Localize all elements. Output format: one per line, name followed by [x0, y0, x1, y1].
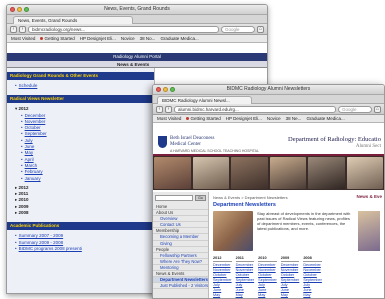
page-body: Go Home About Us Overview Contact Us Mem… [153, 192, 384, 298]
bookmark-item[interactable]: Most Visited [11, 36, 35, 41]
back-toolbar: ‹ › bidmcradiology.org/news... Google ⌂ [7, 24, 267, 35]
front-search-input[interactable]: Google [338, 105, 372, 113]
bookmark-item[interactable]: 38 Ne... [286, 116, 302, 121]
list-item: • Schedule [15, 83, 38, 88]
archive-column-2011: 2011 December November October September… [235, 256, 255, 297]
back-arrow-icon[interactable]: ‹ [10, 25, 17, 33]
search-go-button[interactable]: Go [195, 195, 206, 201]
back-arrow-icon[interactable]: ‹ [156, 105, 163, 113]
banner-photo [308, 157, 345, 189]
bookmark-icon [40, 37, 44, 40]
front-page-content: Beth Israel Deaconess Medical Center A H… [153, 133, 384, 298]
department-subtitle: Alumni Sect [355, 144, 381, 149]
bookmark-icon [186, 117, 190, 120]
front-window-title: BIDMC Radiology Alumni Newsletters [226, 86, 311, 92]
bookmark-item[interactable]: Getting Started [186, 116, 221, 121]
grand-rounds-list: • Schedule [7, 80, 154, 91]
forward-arrow-icon[interactable]: › [19, 25, 26, 33]
banner-photo [154, 157, 191, 189]
home-icon[interactable]: ⌂ [374, 105, 381, 113]
left-nav: Go Home About Us Overview Contact Us Mem… [153, 192, 209, 298]
portal-tab-news[interactable]: News & Events [7, 61, 267, 68]
side-photo [358, 211, 380, 251]
banner-photo [269, 157, 306, 189]
back-bookmarks-bar: Most Visited Getting Started HP Designje… [7, 35, 267, 43]
list-item: • BIDMC programs 2008 presenti [15, 245, 82, 251]
bidmc-shield-logo [158, 136, 167, 148]
front-toolbar: ‹ › alumni.bidmc.harvard.edu/rg... Googl… [153, 104, 384, 115]
newsletter-description: Stay abreast of developments in the depa… [257, 211, 351, 231]
banner-photo [231, 157, 268, 189]
archive-column-2010: 2010 December November October September… [258, 256, 277, 297]
bidmc-header: Beth Israel Deaconess Medical Center A H… [153, 133, 384, 156]
front-bookmarks-bar: Most Visited Getting Started HP Designje… [153, 115, 384, 123]
breadcrumb[interactable]: News & Events > Department Newsletters [213, 195, 380, 200]
newsletter-intro: Stay abreast of developments in the depa… [213, 211, 380, 251]
news-events-heading: News & Eve [356, 194, 382, 199]
newsletter-archive: 2012 December November October September… [213, 256, 380, 298]
publications-list: • Summary 2007 - 2009 • Summary 2009 - 200… [7, 230, 154, 254]
nav-item-just-published[interactable]: Just Published - 2 Visitors [153, 283, 208, 290]
bookmark-item[interactable]: HP Designjet Eli... [80, 36, 116, 41]
front-tabbar: BIDMC Radiology Alumni Newsl... [153, 95, 384, 104]
section-heading-newsletter: Radical Views Newsletter [7, 95, 154, 104]
bookmark-item[interactable]: Novice [267, 116, 281, 121]
forward-arrow-icon[interactable]: › [165, 105, 172, 113]
portal-header: Radiology Alumni Portal [7, 53, 267, 61]
back-tab-news[interactable]: News, Events, Grand Rounds [13, 16, 133, 24]
home-icon[interactable]: ⌂ [257, 25, 264, 33]
archive-column-2008: 2008 December November October September… [303, 256, 322, 297]
department-title: Department of Radiology: Educatio [288, 136, 381, 143]
bookmark-item[interactable]: Getting Started [40, 36, 75, 41]
front-tab-newsletters[interactable]: BIDMC Radiology Alumni Newsl... [157, 96, 252, 104]
front-url-bar[interactable]: alumni.bidmc.harvard.edu/rg... [174, 105, 336, 113]
back-window-title: News, Events, Grand Rounds [104, 6, 170, 12]
back-search-input[interactable]: Google [221, 25, 255, 33]
photo-banner [153, 156, 384, 190]
schedule-link[interactable]: Schedule [19, 83, 38, 88]
bookmark-item[interactable]: Most Visited [157, 116, 181, 121]
section-heading-publications: Academic Publications [7, 222, 154, 231]
banner-photo [346, 157, 383, 189]
back-url-bar[interactable]: bidmcradiology.org/news... [28, 25, 219, 33]
bidmc-brand-name[interactable]: Beth Israel Deaconess Medical Center [170, 136, 214, 148]
bookmark-item[interactable]: HP Designjet Eli... [226, 116, 262, 121]
portal-sidebar: Radiology Grand Rounds & Other Events • S… [7, 68, 155, 293]
bookmark-item[interactable]: Novice [121, 36, 135, 41]
nav-search: Go [153, 195, 208, 204]
bidmc-tagline: A HARVARD MEDICAL SCHOOL TEACHING HOSPIT… [170, 149, 259, 153]
newsletter-list: ▾ 2012 • December • November • October • Sep… [7, 103, 154, 218]
bookmark-item[interactable]: Graduate Medica... [160, 36, 198, 41]
page-title: Department Newsletters [213, 202, 276, 208]
main-content: News & Eve News & Events > Department Ne… [209, 192, 384, 298]
bookmark-item[interactable]: 38 No... [140, 36, 156, 41]
bookmark-item[interactable]: Graduate Medica... [306, 116, 344, 121]
back-tabbar: News, Events, Grand Rounds [7, 15, 267, 24]
front-browser-window: BIDMC Radiology Alumni Newsletters BIDMC… [152, 84, 385, 299]
archive-column-2012: 2012 December November October September… [213, 256, 232, 297]
newsletter-photo [213, 211, 253, 251]
site-search-input[interactable] [155, 195, 193, 201]
year-toggle[interactable]: ▸ 2008 [15, 210, 154, 216]
archive-column-2009: 2009 December November October September… [280, 256, 300, 297]
banner-photo [192, 157, 229, 189]
front-titlebar: BIDMC Radiology Alumni Newsletters [153, 85, 384, 95]
back-titlebar: News, Events, Grand Rounds [7, 5, 267, 15]
section-heading-grand-rounds: Radiology Grand Rounds & Other Events [7, 72, 154, 80]
